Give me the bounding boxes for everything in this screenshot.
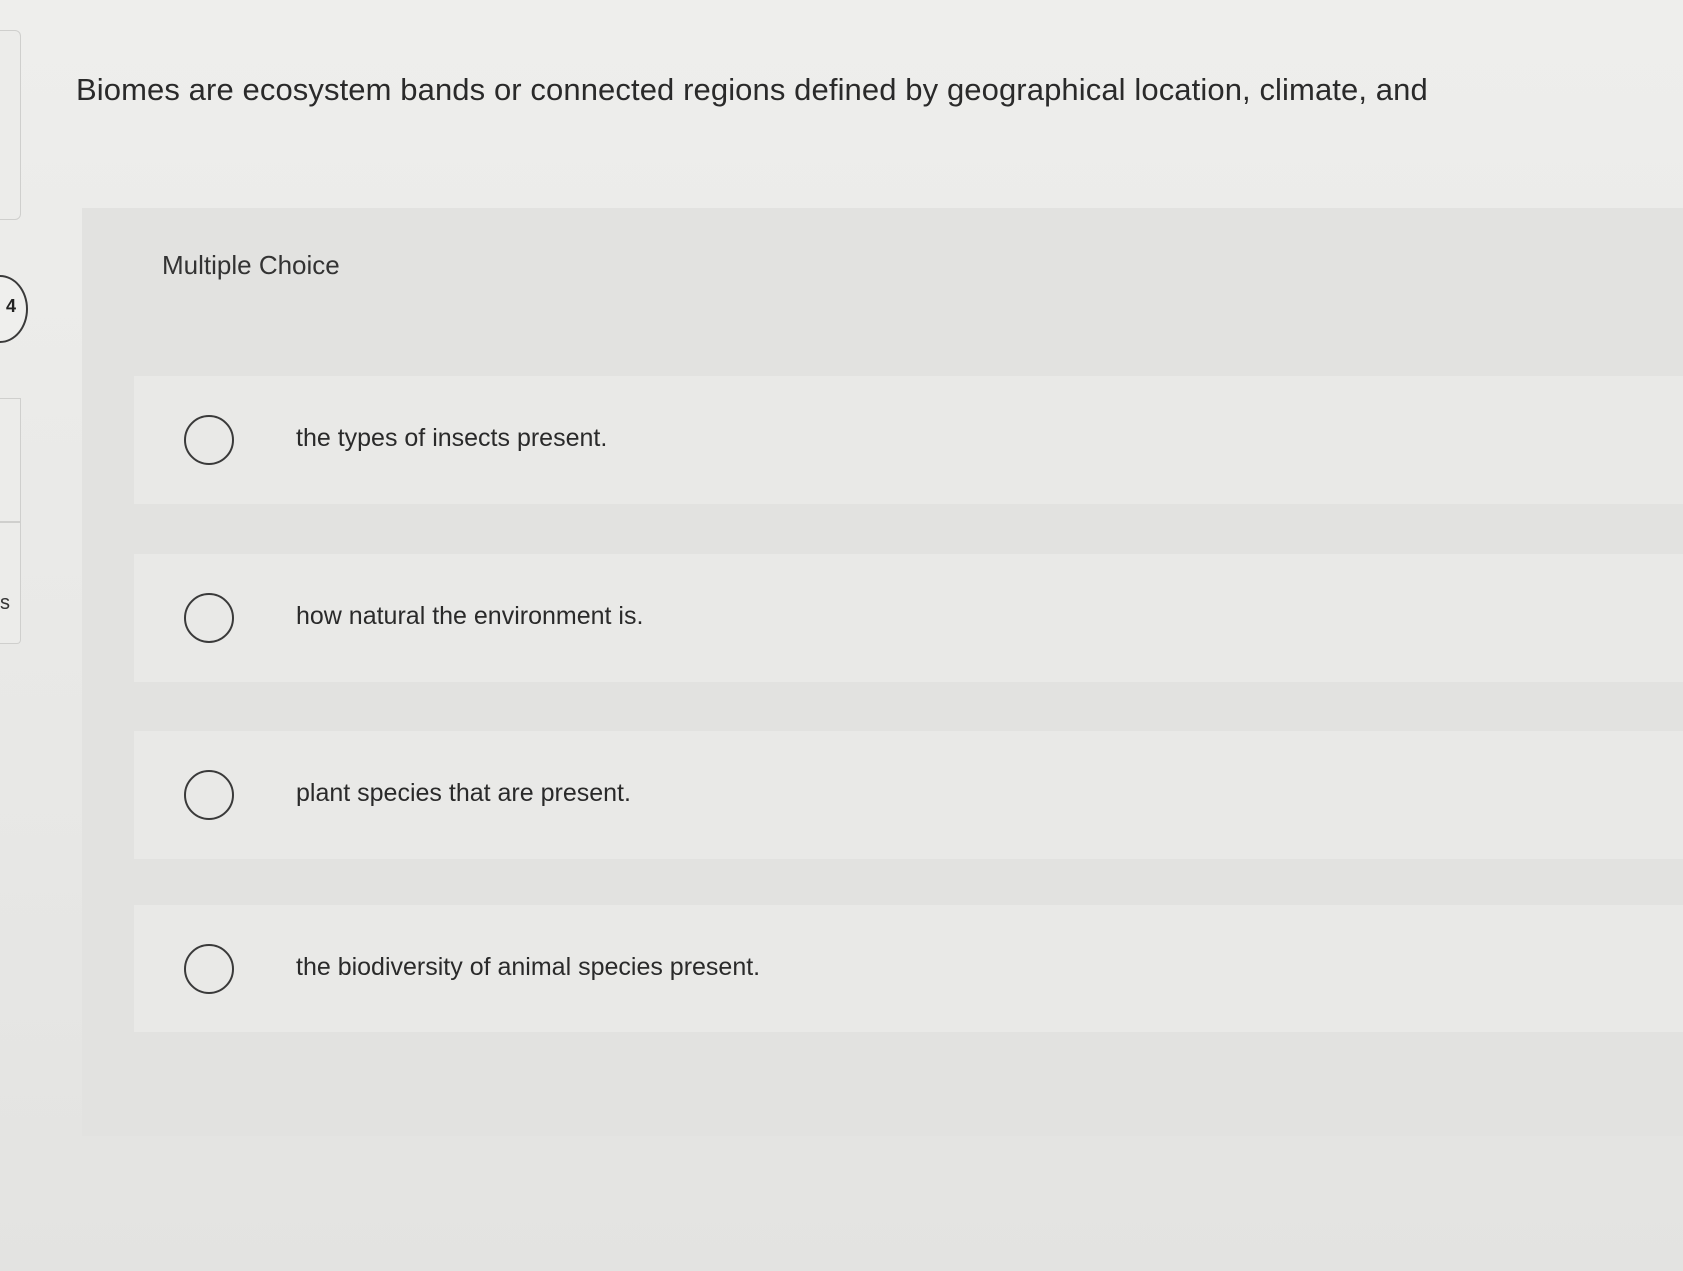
question-type-label: Multiple Choice <box>162 250 340 280</box>
previous-question-card[interactable] <box>0 30 21 220</box>
question-number-badge[interactable]: 4 <box>0 275 28 343</box>
answer-option[interactable]: the biodiversity of animal species prese… <box>134 905 1683 1032</box>
radio-button[interactable] <box>184 770 234 820</box>
radio-button[interactable] <box>184 944 234 994</box>
answer-option-label: plant species that are present. <box>296 779 631 807</box>
question-number: 4 <box>5 296 16 316</box>
rail-partial-label: s <box>0 592 10 614</box>
answer-option[interactable]: how natural the environment is. <box>134 554 1683 682</box>
question-prompt: Biomes are ecosystem bands or connected … <box>76 72 1428 107</box>
radio-button[interactable] <box>184 593 234 643</box>
radio-button[interactable] <box>184 415 234 465</box>
multiple-choice-panel: Multiple Choice the types of insects pre… <box>82 208 1683 1136</box>
rail-section-card[interactable] <box>0 522 21 644</box>
answer-option-label: the biodiversity of animal species prese… <box>296 953 761 981</box>
answer-option-label: the types of insects present. <box>296 424 608 452</box>
left-navigation-rail: 4 s <box>0 0 28 1271</box>
rail-section-card[interactable] <box>0 398 21 522</box>
answer-option[interactable]: plant species that are present. <box>134 731 1683 859</box>
answer-option-label: how natural the environment is. <box>296 602 644 630</box>
answer-option[interactable]: the types of insects present. <box>134 376 1683 504</box>
